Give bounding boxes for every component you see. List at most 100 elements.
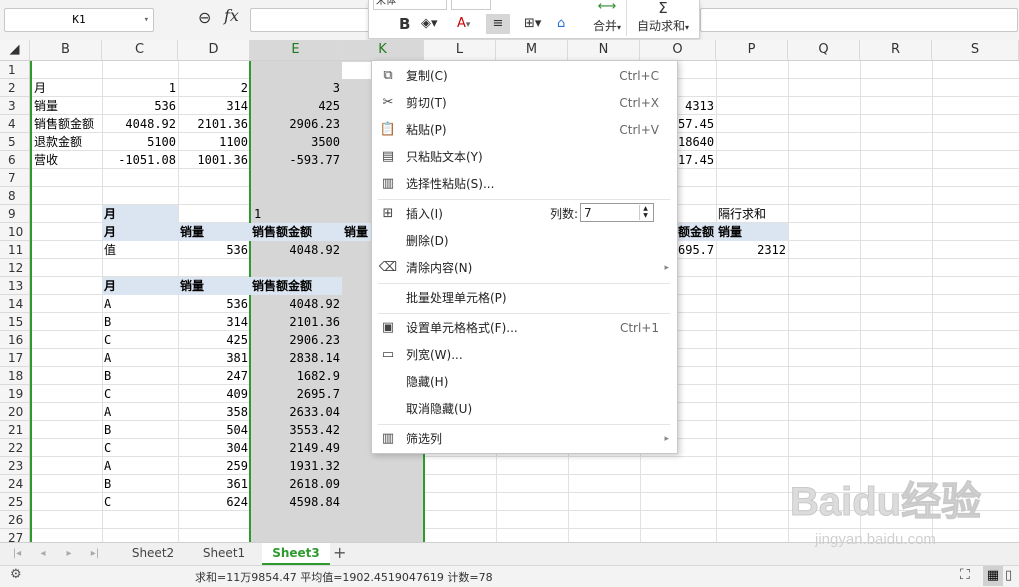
menu-item-format-cells[interactable]: ▣ 设置单元格格式(F)... Ctrl+1	[372, 315, 677, 341]
cell-p10[interactable]: 销量	[716, 223, 788, 241]
cell-o6[interactable]: 17.45	[676, 151, 716, 169]
cell-e6[interactable]: -593.77	[250, 151, 342, 169]
row-header-26[interactable]: 26	[0, 511, 30, 529]
row-header-21[interactable]: 21	[0, 421, 30, 439]
cell-c5[interactable]: 5100	[102, 133, 178, 151]
cell-c15[interactable]: B	[102, 313, 178, 331]
cell-e4[interactable]: 2906.23	[250, 115, 342, 133]
row-header-16[interactable]: 16	[0, 331, 30, 349]
col-header-d[interactable]: D	[178, 40, 250, 60]
merge-button[interactable]: ⟷ 合并▾	[588, 0, 627, 36]
col-header-o[interactable]: O	[640, 40, 716, 60]
cell-c25[interactable]: C	[102, 493, 178, 511]
cell-e17[interactable]: 2838.14	[250, 349, 342, 367]
cell-d13[interactable]: 销量	[178, 277, 250, 295]
cell-b5[interactable]: 退款金额	[32, 133, 102, 151]
row-header-17[interactable]: 17	[0, 349, 30, 367]
active-cell-k1[interactable]	[342, 62, 372, 79]
cell-o10[interactable]: 额金额	[676, 223, 716, 241]
formula-input[interactable]	[250, 8, 370, 32]
align-center-icon[interactable]: ≡	[486, 14, 510, 34]
menu-item-unhide[interactable]: 取消隐藏(U)	[372, 396, 677, 422]
row-header-5[interactable]: 5	[0, 133, 30, 151]
row-header-15[interactable]: 15	[0, 313, 30, 331]
menu-item-paste-special[interactable]: ▥ 选择性粘贴(S)...	[372, 171, 677, 197]
cell-b6[interactable]: 营收	[32, 151, 102, 169]
cell-o11[interactable]: 695.7	[676, 241, 716, 259]
cell-d18[interactable]: 247	[178, 367, 250, 385]
menu-item-copy[interactable]: ⧉ 复制(C) Ctrl+C	[372, 63, 677, 89]
cell-o3[interactable]: 4313	[676, 97, 716, 115]
menu-item-hide[interactable]: 隐藏(H)	[372, 369, 677, 395]
cell-o4[interactable]: 57.45	[676, 115, 716, 133]
row-header-25[interactable]: 25	[0, 493, 30, 511]
font-color-button[interactable]: A▾	[457, 14, 470, 34]
font-size-field[interactable]	[451, 0, 491, 10]
menu-item-filter[interactable]: ▥ 筛选列 ▸	[372, 426, 677, 452]
row-header-3[interactable]: 3	[0, 97, 30, 115]
cell-c9[interactable]: 月	[102, 205, 178, 223]
row-header-8[interactable]: 8	[0, 187, 30, 205]
fx-icon[interactable]: fx	[224, 6, 239, 25]
font-name-field[interactable]: 宋体	[373, 0, 447, 10]
cell-d15[interactable]: 314	[178, 313, 250, 331]
zoom-icon[interactable]: ⊖	[198, 8, 211, 27]
menu-item-paste[interactable]: 📋 粘贴(P) Ctrl+V	[372, 117, 677, 143]
fill-color-icon[interactable]: ◈▾	[421, 14, 438, 34]
cell-c13[interactable]: 月	[102, 277, 178, 295]
cell-e13[interactable]: 销售额金额	[250, 277, 342, 295]
cell-e3[interactable]: 425	[250, 97, 342, 115]
cell-e11[interactable]: 4048.92	[250, 241, 342, 259]
menu-item-delete[interactable]: 删除(D)	[372, 228, 677, 254]
cell-p11[interactable]: 2312	[716, 241, 788, 259]
col-header-q[interactable]: Q	[788, 40, 860, 60]
cell-c21[interactable]: B	[102, 421, 178, 439]
row-header-19[interactable]: 19	[0, 385, 30, 403]
row-header-9[interactable]: 9	[0, 205, 30, 223]
cell-d16[interactable]: 425	[178, 331, 250, 349]
cell-d3[interactable]: 314	[178, 97, 250, 115]
cell-d19[interactable]: 409	[178, 385, 250, 403]
cell-e24[interactable]: 2618.09	[250, 475, 342, 493]
col-header-n[interactable]: N	[568, 40, 640, 60]
format-painter-icon[interactable]: ⌂	[557, 14, 565, 34]
name-box[interactable]: K1 ▾	[4, 8, 154, 32]
cell-c22[interactable]: C	[102, 439, 178, 457]
cell-d2[interactable]: 2	[178, 79, 250, 97]
menu-item-clear[interactable]: ⌫ 清除内容(N) ▸	[372, 255, 677, 281]
col-header-m[interactable]: M	[496, 40, 568, 60]
cell-e14[interactable]: 4048.92	[250, 295, 342, 313]
tab-sheet1[interactable]: Sheet1	[190, 543, 258, 563]
row-header-22[interactable]: 22	[0, 439, 30, 457]
cell-e20[interactable]: 2633.04	[250, 403, 342, 421]
cell-d21[interactable]: 504	[178, 421, 250, 439]
cell-e19[interactable]: 2695.7	[250, 385, 342, 403]
cell-k10[interactable]: 销量	[342, 223, 372, 241]
cell-d4[interactable]: 2101.36	[178, 115, 250, 133]
row-header-1[interactable]: 1	[0, 61, 30, 79]
col-header-k[interactable]: K	[342, 40, 424, 60]
col-header-e[interactable]: E	[250, 40, 342, 60]
menu-item-cut[interactable]: ✂ 剪切(T) Ctrl+X	[372, 90, 677, 116]
page-view-icon[interactable]: ▯	[1005, 566, 1012, 586]
cell-c10[interactable]: 月	[102, 223, 178, 241]
column-count-input[interactable]: 7 ▲ ▼	[580, 203, 654, 222]
cell-e23[interactable]: 1931.32	[250, 457, 342, 475]
cell-b4[interactable]: 销售额金额	[32, 115, 102, 133]
cell-e16[interactable]: 2906.23	[250, 331, 342, 349]
row-header-12[interactable]: 12	[0, 259, 30, 277]
row-header-18[interactable]: 18	[0, 367, 30, 385]
fullscreen-icon[interactable]: ⛶	[960, 567, 970, 583]
cell-c17[interactable]: A	[102, 349, 178, 367]
chevron-down-icon[interactable]: ▾	[144, 9, 149, 31]
cell-o5[interactable]: 18640	[676, 133, 716, 151]
tab-sheet3[interactable]: Sheet3	[262, 543, 330, 565]
add-sheet-icon[interactable]: +	[333, 543, 346, 563]
cell-c3[interactable]: 536	[102, 97, 178, 115]
cell-c23[interactable]: A	[102, 457, 178, 475]
cell-e18[interactable]: 1682.9	[250, 367, 342, 385]
cell-c16[interactable]: C	[102, 331, 178, 349]
row-header-14[interactable]: 14	[0, 295, 30, 313]
cell-b3[interactable]: 销量	[32, 97, 102, 115]
cell-p9[interactable]: 隔行求和	[716, 205, 788, 223]
